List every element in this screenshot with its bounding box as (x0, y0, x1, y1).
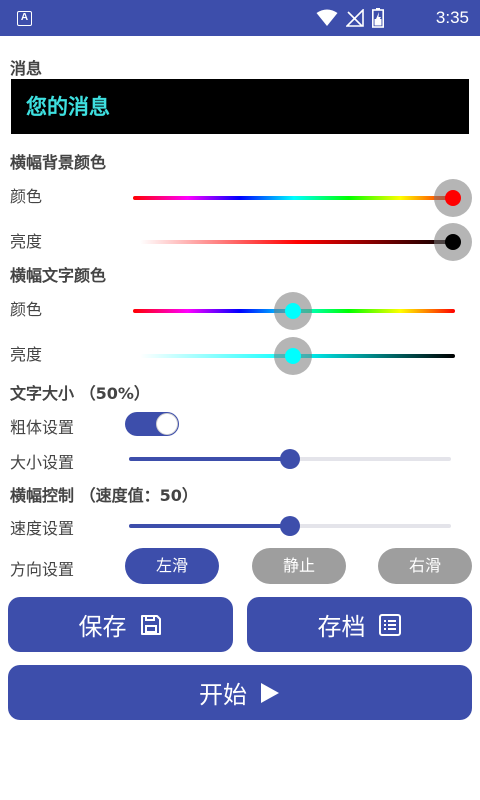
status-icons (316, 8, 384, 28)
text-color-label: 颜色 (10, 300, 43, 319)
direction-stop-button[interactable]: 静止 (252, 548, 346, 584)
battery-icon (372, 8, 384, 28)
bold-label: 粗体设置 (10, 418, 75, 437)
status-bar: A 3:35 (0, 0, 480, 36)
text-brightness-label: 亮度 (10, 345, 43, 364)
archive-button-label: 存档 (317, 613, 366, 641)
size-slider-fill (129, 457, 290, 461)
message-heading: 消息 (10, 59, 43, 78)
status-time: 3:35 (435, 8, 469, 27)
list-document-icon (378, 613, 401, 636)
start-button-label: 开始 (199, 681, 247, 709)
bg-brightness-slider[interactable] (140, 240, 455, 244)
banner-bg-color-heading: 横幅背景颜色 (10, 153, 107, 172)
direction-label: 方向设置 (10, 560, 75, 579)
bg-color-hue-thumb[interactable] (434, 179, 472, 217)
bg-brightness-thumb[interactable] (434, 223, 472, 261)
play-icon (261, 682, 279, 703)
text-brightness-thumb[interactable] (274, 337, 312, 375)
size-label: 大小设置 (10, 453, 75, 472)
direction-left-button[interactable]: 左滑 (125, 548, 219, 584)
speed-label: 速度设置 (10, 519, 75, 538)
start-button[interactable]: 开始 (8, 665, 472, 720)
wifi-icon (316, 9, 338, 26)
bold-toggle[interactable] (125, 412, 179, 436)
speed-slider-fill (129, 524, 290, 528)
bg-color-hue-slider[interactable] (133, 196, 455, 200)
save-button[interactable]: 保存 (8, 597, 233, 652)
bold-toggle-knob (156, 413, 178, 435)
bg-brightness-label: 亮度 (10, 232, 43, 251)
no-signal-icon (346, 9, 364, 27)
banner-control-heading: 横幅控制 （速度值：50） (10, 486, 198, 505)
archive-button[interactable]: 存档 (247, 597, 472, 652)
bg-color-label: 颜色 (10, 187, 43, 206)
text-color-hue-thumb[interactable] (274, 292, 312, 330)
banner-text-color-heading: 横幅文字颜色 (10, 266, 107, 285)
app-notification-icon: A (17, 11, 32, 26)
save-button-label: 保存 (78, 613, 127, 641)
floppy-disk-icon (140, 614, 161, 635)
size-slider-thumb[interactable] (280, 449, 300, 469)
text-size-heading: 文字大小 （50%） (10, 384, 150, 403)
speed-slider-thumb[interactable] (280, 516, 300, 536)
direction-right-button[interactable]: 右滑 (378, 548, 472, 584)
message-preview[interactable]: 您的消息 (11, 79, 469, 134)
message-text: 您的消息 (26, 95, 110, 119)
